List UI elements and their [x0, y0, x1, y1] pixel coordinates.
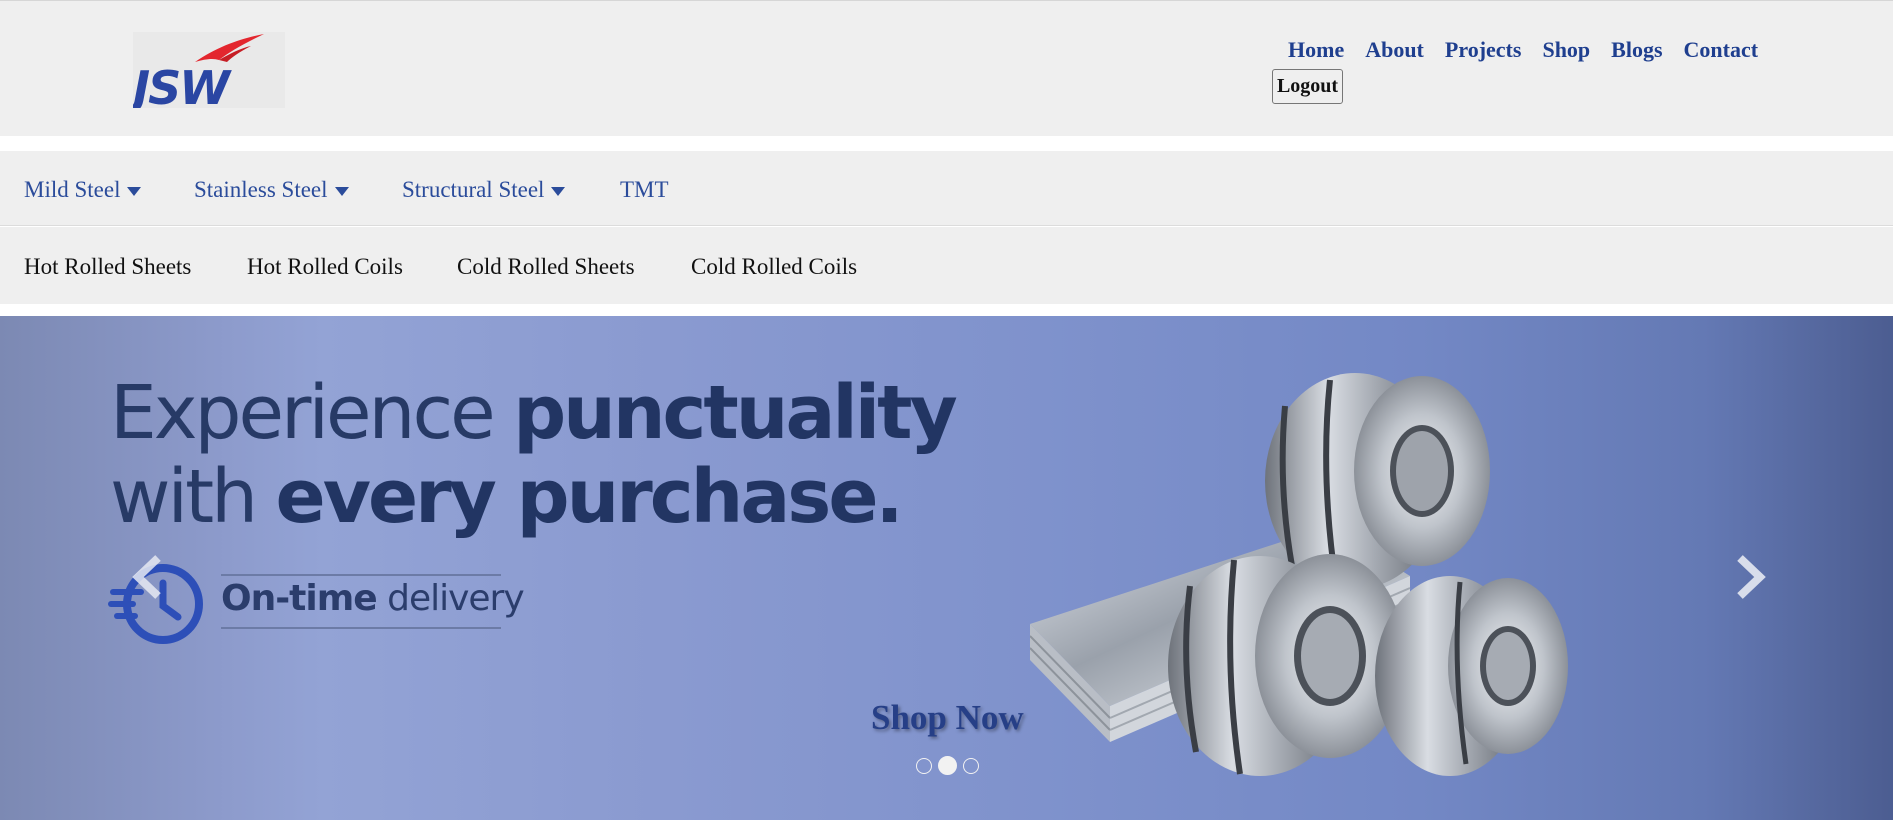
subcategory-hot-rolled-sheets[interactable]: Hot Rolled Sheets — [24, 254, 191, 280]
headline-line2-regular: with — [110, 454, 276, 540]
subcategory-nav: Hot Rolled Sheets Hot Rolled Coils Cold … — [0, 227, 1893, 304]
carousel-indicators — [916, 756, 979, 775]
category-nav: Mild Steel Stainless Steel Structural St… — [0, 151, 1893, 226]
category-stainless-steel[interactable]: Stainless Steel — [194, 177, 349, 203]
category-label: TMT — [620, 177, 669, 202]
headline-line1-regular: Experience — [110, 370, 514, 456]
category-structural-steel[interactable]: Structural Steel — [402, 177, 566, 203]
caret-down-icon — [127, 186, 142, 196]
chevron-right-icon[interactable] — [1730, 552, 1770, 602]
site-header: JSW Home About Projects Shop Blogs Conta… — [0, 0, 1893, 136]
delivery-regular: delivery — [376, 578, 525, 619]
nav-projects-link[interactable]: Projects — [1445, 37, 1522, 63]
divider — [221, 574, 501, 576]
logo-wordmark: JSW — [133, 61, 232, 108]
headline-line2-bold: every purchase. — [275, 454, 904, 540]
category-label: Mild Steel — [24, 177, 121, 202]
divider — [221, 627, 501, 629]
logout-button[interactable]: Logout — [1272, 69, 1343, 104]
nav-shop-link[interactable]: Shop — [1542, 37, 1590, 63]
subcategory-hot-rolled-coils[interactable]: Hot Rolled Coils — [247, 254, 403, 280]
steel-coils-image — [1030, 373, 1568, 776]
jsw-logo[interactable]: JSW — [133, 32, 285, 108]
caret-down-icon — [334, 186, 349, 196]
carousel-dot-3[interactable] — [963, 757, 979, 774]
nav-about-link[interactable]: About — [1365, 37, 1424, 63]
delivery-bold: On-time — [221, 578, 378, 619]
chevron-left-icon[interactable] — [128, 552, 168, 602]
subcategory-cold-rolled-coils[interactable]: Cold Rolled Coils — [691, 254, 857, 280]
category-label: Structural Steel — [402, 177, 545, 202]
carousel-dot-1[interactable] — [916, 757, 932, 774]
category-label: Stainless Steel — [194, 177, 328, 202]
shop-now-button[interactable]: Shop Now — [871, 698, 1024, 738]
caret-down-icon — [551, 186, 566, 196]
hero-headline: Experience punctuality with every purcha… — [110, 370, 958, 540]
nav-blogs-link[interactable]: Blogs — [1611, 37, 1662, 63]
headline-line1-bold: punctuality — [513, 370, 958, 456]
category-tmt[interactable]: TMT — [620, 177, 669, 203]
carousel-dot-2[interactable] — [938, 756, 957, 775]
top-nav: Home About Projects Shop Blogs Contact — [1288, 37, 1779, 63]
delivery-tagline: On-time delivery — [221, 578, 525, 619]
category-mild-steel[interactable]: Mild Steel — [24, 177, 142, 203]
hero-carousel: Experience punctuality with every purcha… — [0, 316, 1893, 820]
nav-home-link[interactable]: Home — [1288, 37, 1344, 63]
nav-contact-link[interactable]: Contact — [1684, 37, 1759, 63]
subcategory-cold-rolled-sheets[interactable]: Cold Rolled Sheets — [457, 254, 635, 280]
